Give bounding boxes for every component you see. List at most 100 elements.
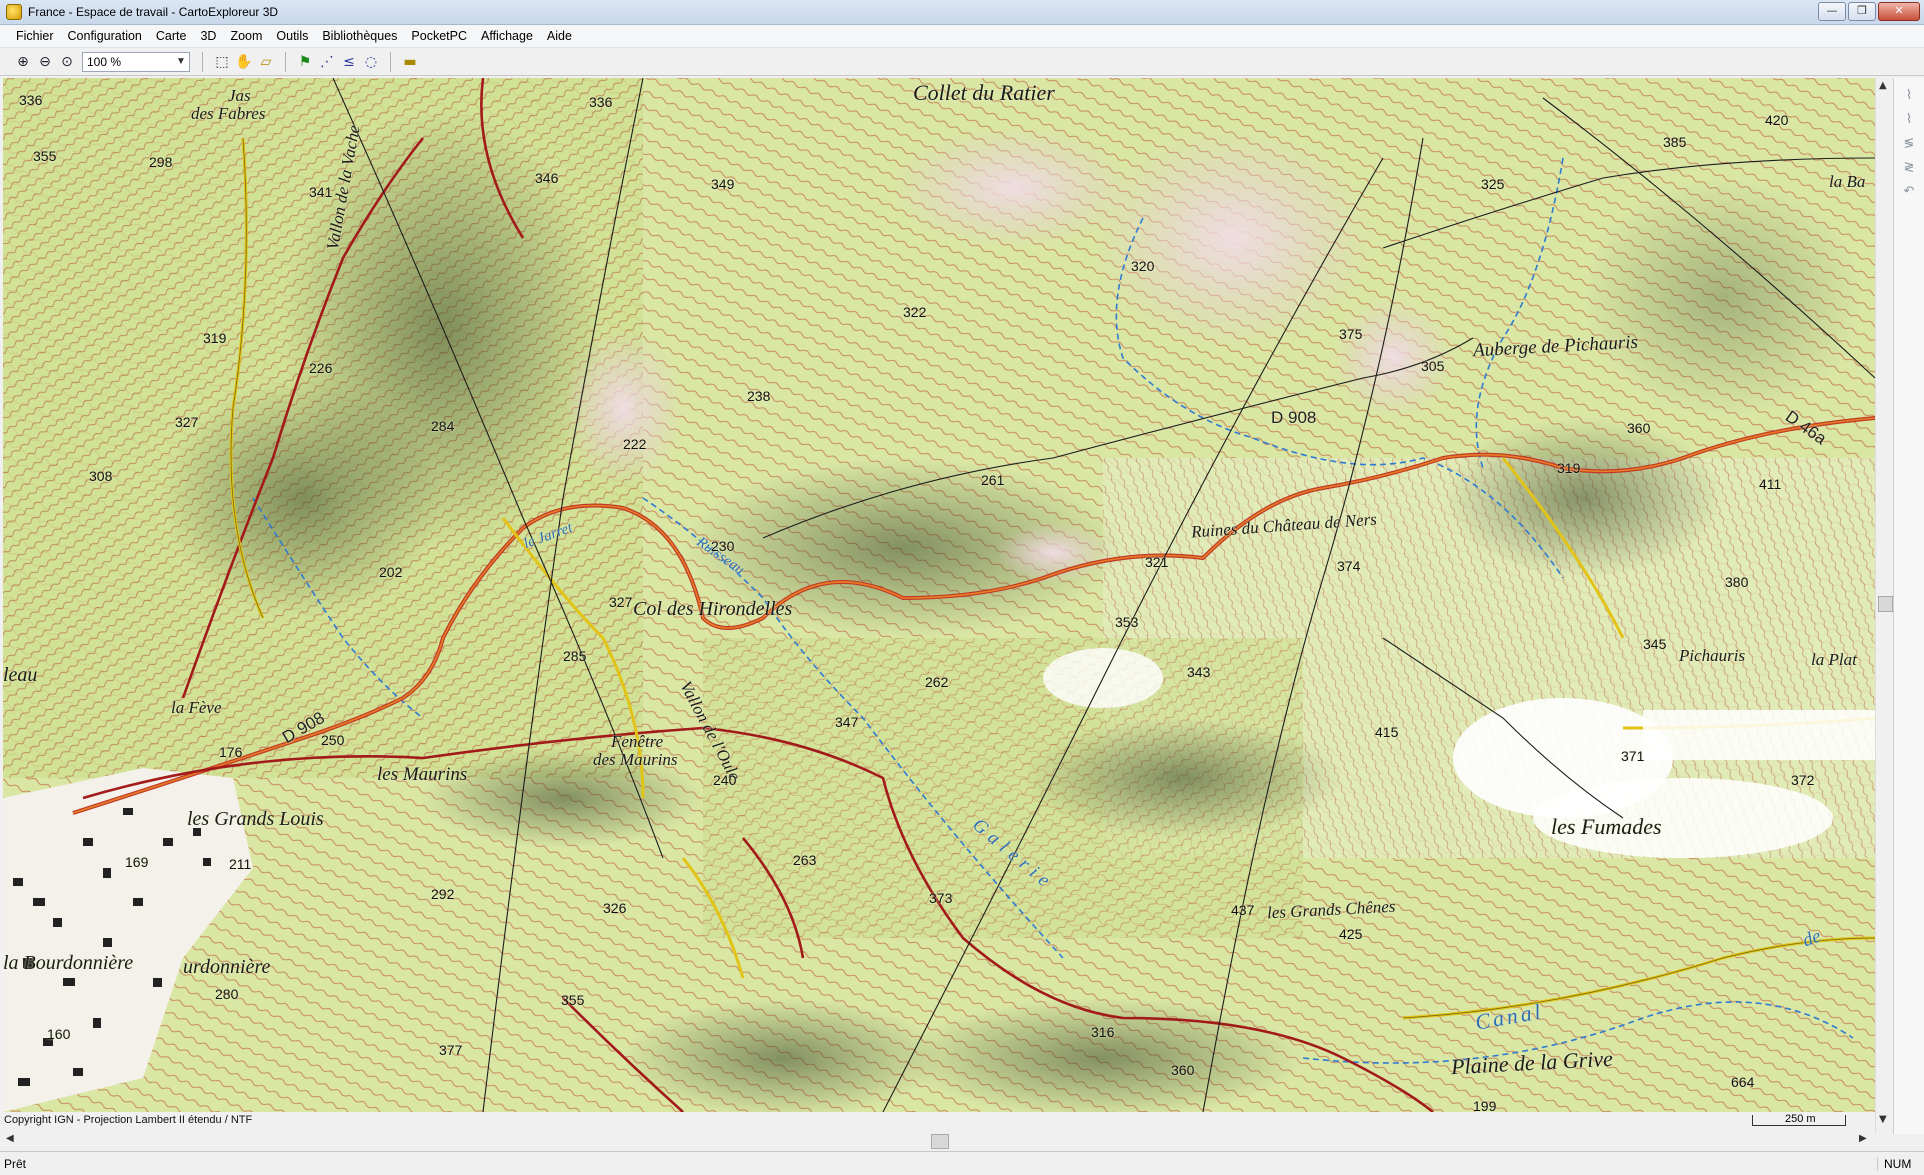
- chevron-down-icon: ▼: [176, 56, 186, 67]
- elevation-label: 373: [929, 890, 953, 906]
- elevation-label: 349: [711, 176, 735, 192]
- menu-bibliotheques[interactable]: Bibliothèques: [315, 29, 404, 43]
- menu-fichier[interactable]: Fichier: [0, 29, 61, 43]
- elevation-label: 326: [603, 900, 627, 916]
- map-label: les Fumades: [1551, 814, 1662, 839]
- map-label: urdonnière: [183, 956, 271, 978]
- elevation-label: 343: [1187, 664, 1211, 680]
- waypoint-flag-icon[interactable]: ⚑: [294, 51, 316, 73]
- map-label: les Maurins: [377, 764, 468, 785]
- menu-configuration[interactable]: Configuration: [61, 29, 149, 43]
- profile-icon[interactable]: ⌇: [1900, 88, 1918, 106]
- elevation-label: 360: [1627, 420, 1651, 436]
- menu-outils[interactable]: Outils: [269, 29, 315, 43]
- track-merge-icon[interactable]: ≷: [1900, 160, 1918, 178]
- map-label: Fenêtre: [611, 732, 664, 751]
- map-label: la Bourdonnière: [3, 952, 134, 974]
- scroll-right-icon[interactable]: ▶: [1859, 1133, 1867, 1144]
- scroll-down-icon[interactable]: ▼: [1879, 1114, 1887, 1125]
- close-button[interactable]: ✕: [1878, 2, 1920, 21]
- route-icon[interactable]: ⋰: [316, 51, 338, 73]
- elevation-label: 327: [609, 594, 633, 610]
- zoom-out-icon[interactable]: ⊖: [34, 51, 56, 73]
- zoom-fit-icon[interactable]: ⊙: [56, 51, 78, 73]
- window-controls: — ❐ ✕: [1818, 2, 1920, 21]
- elevation-label: 319: [203, 330, 227, 346]
- zoom-level-select[interactable]: 100 % ▼: [82, 51, 190, 72]
- map-label: la Plat: [1811, 650, 1857, 669]
- vertical-scrollbar[interactable]: ▲ ▼: [1875, 78, 1893, 1134]
- ruler-icon[interactable]: ▬: [399, 51, 421, 73]
- elevation-label: 280: [215, 986, 239, 1002]
- toolbar-separator: [202, 51, 203, 72]
- lasso-icon[interactable]: ◌: [360, 51, 382, 73]
- elevation-label: 222: [623, 436, 647, 452]
- elevation-label: 308: [89, 468, 113, 484]
- scroll-up-icon[interactable]: ▲: [1879, 80, 1887, 91]
- menu-carte[interactable]: Carte: [149, 29, 194, 43]
- elevation-label: 375: [1339, 326, 1363, 342]
- elevation-label: 250: [321, 732, 345, 748]
- title-bar: France - Espace de travail - CartoExplor…: [0, 0, 1924, 25]
- elevation-label: 355: [561, 992, 585, 1008]
- track-edit-icon[interactable]: ⌇: [1900, 112, 1918, 130]
- toolbar-separator: [285, 51, 286, 72]
- elevation-label: 202: [379, 564, 403, 580]
- elevation-label: 380: [1725, 574, 1749, 590]
- scroll-left-icon[interactable]: ◀: [6, 1133, 14, 1144]
- undo-icon[interactable]: ↶: [1900, 184, 1918, 202]
- scale-bar: [1752, 1115, 1846, 1126]
- elevation-label: 199: [1473, 1098, 1497, 1112]
- maximize-button[interactable]: ❐: [1848, 2, 1876, 21]
- elevation-label: 298: [149, 154, 173, 170]
- elevation-label: 160: [47, 1026, 71, 1042]
- app-icon: [6, 4, 22, 20]
- select-icon[interactable]: ⬚: [211, 51, 233, 73]
- menu-aide[interactable]: Aide: [540, 29, 579, 43]
- elevation-label: 316: [1091, 1024, 1115, 1040]
- elevation-label: 263: [793, 852, 817, 868]
- elevation-label: 411: [1759, 476, 1782, 492]
- topographic-map: [3, 78, 1875, 1112]
- map-label: Jas: [228, 86, 251, 105]
- area-icon[interactable]: ▱: [255, 51, 277, 73]
- elevation-label: 320: [1131, 258, 1155, 274]
- num-lock-indicator: NUM: [1877, 1156, 1924, 1171]
- scroll-thumb[interactable]: [1878, 596, 1893, 612]
- elevation-label: 374: [1337, 558, 1361, 574]
- zoom-in-icon[interactable]: ⊕: [12, 51, 34, 73]
- map-label: la Fève: [171, 698, 222, 717]
- minimize-button[interactable]: —: [1818, 2, 1846, 21]
- elevation-label: 371: [1621, 748, 1645, 764]
- menu-3d[interactable]: 3D: [193, 29, 223, 43]
- menu-pocketpc[interactable]: PocketPC: [404, 29, 474, 43]
- elevation-label: 341: [309, 184, 333, 200]
- horizontal-scrollbar[interactable]: ◀ ▶: [3, 1132, 1875, 1149]
- elevation-label: 238: [747, 388, 771, 404]
- elevation-label: 355: [33, 148, 57, 164]
- menu-affichage[interactable]: Affichage: [474, 29, 540, 43]
- track-split-icon[interactable]: ≶: [1900, 136, 1918, 154]
- track-icon[interactable]: ≤: [338, 51, 360, 73]
- menu-zoom[interactable]: Zoom: [223, 29, 269, 43]
- elevation-label: 425: [1339, 926, 1363, 942]
- pan-hand-icon[interactable]: ✋: [233, 51, 255, 73]
- elevation-label: 353: [1115, 614, 1139, 630]
- elevation-label: 336: [19, 92, 43, 108]
- elevation-label: 285: [563, 648, 587, 664]
- elevation-label: 372: [1791, 772, 1815, 788]
- map-label: Collet du Ratier: [913, 80, 1055, 105]
- scroll-thumb[interactable]: [931, 1134, 949, 1149]
- map-label: leau: [3, 664, 38, 686]
- elevation-label: 176: [219, 744, 243, 760]
- zoom-level-value: 100 %: [87, 54, 122, 69]
- elevation-label: 319: [1557, 460, 1581, 476]
- elevation-label: 437: [1231, 902, 1255, 918]
- status-text: Prêt: [4, 1156, 27, 1171]
- map-view[interactable]: Collet du Ratier Jas des Fabres Vallon d…: [3, 78, 1875, 1112]
- elevation-label: 360: [1171, 1062, 1195, 1078]
- map-label: des Maurins: [593, 750, 678, 769]
- copyright-notice: Copyright IGN - Projection Lambert II ét…: [4, 1114, 253, 1126]
- elevation-label: 327: [175, 414, 199, 430]
- status-bar: Prêt NUM: [0, 1151, 1924, 1175]
